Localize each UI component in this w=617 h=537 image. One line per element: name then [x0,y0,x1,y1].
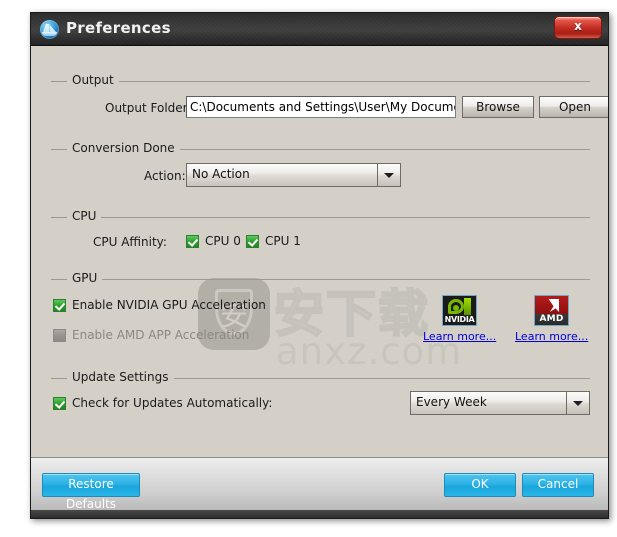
cpu1-checkbox-row[interactable]: CPU 1 [246,234,301,248]
nvidia-acceleration-checkbox[interactable] [53,298,66,312]
chevron-down-icon-frequency[interactable] [566,392,589,414]
output-folder-label: Output Folder: [105,101,192,115]
browse-button[interactable]: Browse [462,96,534,118]
amd-acceleration-checkbox [53,328,66,342]
cpu-affinity-label: CPU Affinity: [93,235,167,249]
amd-learn-more-link[interactable]: Learn more... [515,330,588,343]
amd-acceleration-label: Enable AMD APP Acceleration [72,328,250,342]
group-cpu-border [51,217,590,218]
check-updates-label: Check for Updates Automatically: [72,396,273,410]
group-update-settings: Update Settings [51,370,590,384]
group-output-border [51,81,590,82]
group-gpu-legend: GPU [67,271,103,285]
cpu0-checkbox-row[interactable]: CPU 0 [186,234,241,248]
check-updates-checkbox[interactable] [53,396,66,410]
title-bar: Preferences x [31,13,608,46]
app-logo-icon [40,20,59,39]
nvidia-logo-icon: NVIDIA [442,295,477,326]
ok-button[interactable]: OK [444,473,516,497]
dialog-footer: Restore Defaults OK Cancel [31,457,608,518]
open-button[interactable]: Open [539,96,608,118]
action-select-value: No Action [192,167,250,181]
cpu1-label: CPU 1 [265,234,301,248]
update-frequency-select[interactable]: Every Week [410,391,590,415]
preferences-dialog: Preferences x 安下载 anxz.com Output Output… [30,12,609,519]
nvidia-eye-glyph [448,299,464,314]
group-gpu-border [51,279,590,280]
update-frequency-value: Every Week [416,395,487,409]
close-icon: x [574,19,582,33]
close-button[interactable]: x [554,16,602,39]
action-select[interactable]: No Action [186,163,401,187]
output-folder-input[interactable]: C:\Documents and Settings\User\My Docume… [186,96,456,118]
nvidia-bar-glyph [464,298,471,315]
group-output: Output [51,73,590,87]
amd-arrow-glyph [548,299,559,312]
cancel-button[interactable]: Cancel [522,473,594,497]
cpu0-label: CPU 0 [205,234,241,248]
nvidia-logo-word: NVIDIA [444,315,475,324]
group-cpu-legend: CPU [67,209,102,223]
watermark-chinese-text: 安下载 [273,284,430,344]
chevron-down-icon[interactable] [377,164,400,186]
group-gpu: GPU [51,271,590,285]
group-update-settings-legend: Update Settings [67,370,174,384]
check-updates-row[interactable]: Check for Updates Automatically: [53,396,272,410]
action-label: Action: [144,169,186,183]
screen-root: Preferences x 安下载 anxz.com Output Output… [0,0,617,537]
group-output-legend: Output [67,73,119,87]
nvidia-acceleration-row[interactable]: Enable NVIDIA GPU Acceleration [53,298,266,312]
window-title: Preferences [66,19,171,37]
amd-logo-icon: AMD [534,295,569,326]
nvidia-learn-more-link[interactable]: Learn more... [423,330,496,343]
nvidia-acceleration-label: Enable NVIDIA GPU Acceleration [72,298,266,312]
cpu0-checkbox[interactable] [186,234,199,248]
restore-defaults-button[interactable]: Restore Defaults [42,473,140,511]
dialog-body: 安下载 anxz.com Output Output Folder: C:\Do… [31,46,608,459]
group-cpu: CPU [51,209,590,223]
group-conversion-done: Conversion Done [51,141,590,155]
amd-logo-word: AMD [539,314,564,324]
group-conversion-done-legend: Conversion Done [67,141,180,155]
amd-acceleration-row: Enable AMD APP Acceleration [53,328,249,342]
cpu1-checkbox[interactable] [246,234,259,248]
